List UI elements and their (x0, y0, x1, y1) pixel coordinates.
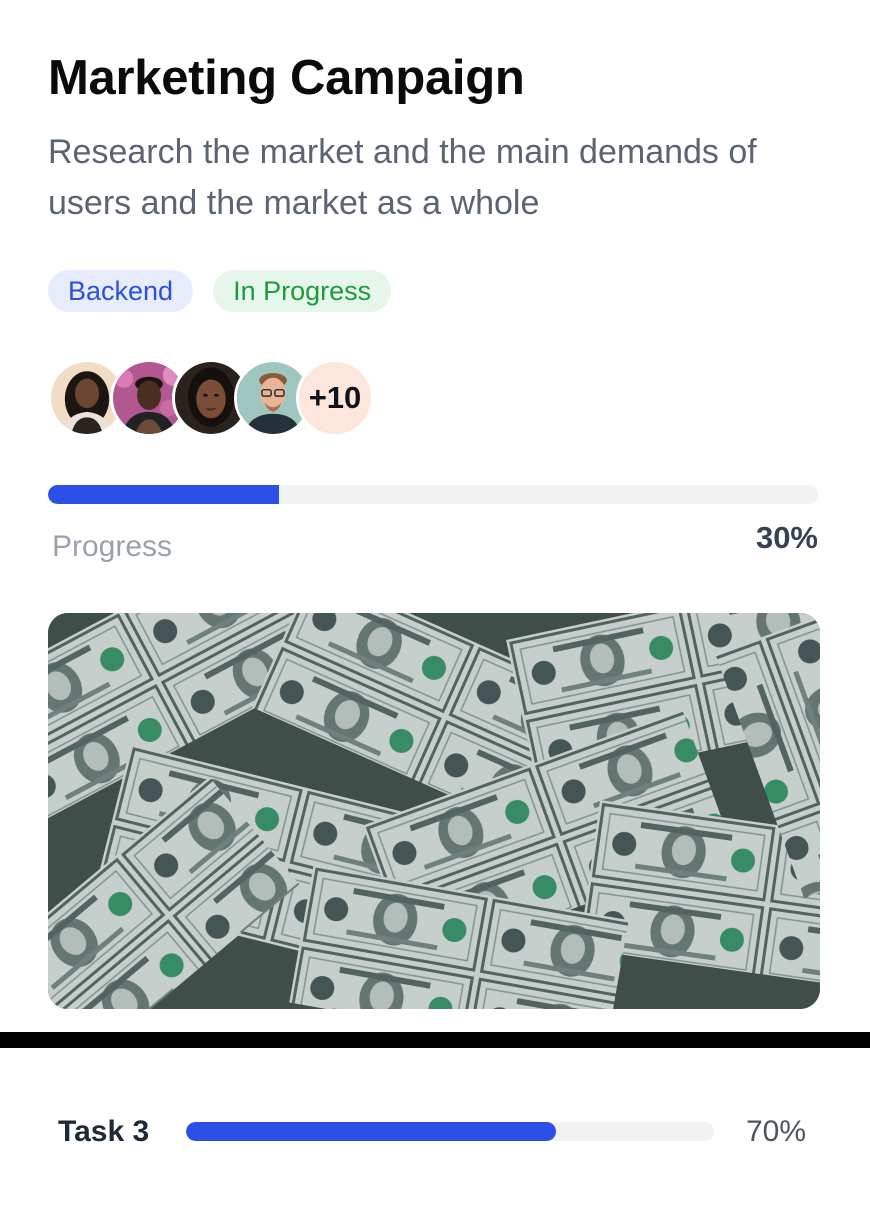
backend-tag[interactable]: Backend (48, 270, 194, 312)
task-progress-bar-fill (186, 1122, 556, 1141)
task-name: Task 3 (58, 1115, 150, 1148)
card-title: Marketing Campaign (48, 51, 525, 105)
task-row[interactable]: Task 3 70% (0, 1048, 870, 1216)
progress-bar (48, 485, 818, 504)
cover-image (48, 613, 820, 1009)
task-progress-bar (186, 1122, 714, 1141)
divider (0, 1032, 870, 1048)
more-members-badge[interactable]: +10 (296, 359, 374, 437)
task-percentage: 70% (745, 1115, 806, 1148)
progress-label: Progress (52, 530, 173, 563)
progress-percentage: 30% (755, 520, 818, 555)
card-description: Research the market and the main demands… (48, 133, 757, 222)
status-badge[interactable]: In Progress (213, 270, 392, 312)
project-card[interactable]: Marketing Campaign Research the market a… (0, 0, 870, 1032)
progress-bar-fill (48, 485, 279, 504)
tag-list: Backend In Progress (48, 270, 392, 312)
